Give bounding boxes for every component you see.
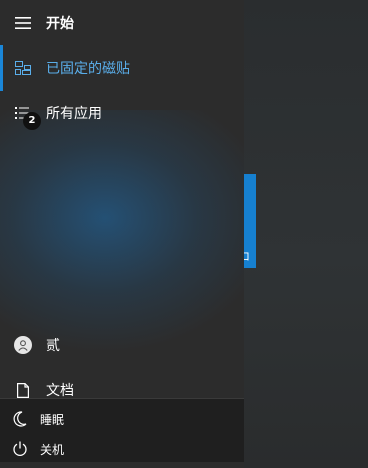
hamburger-icon[interactable]: [0, 17, 46, 29]
pinned-tiles-label: 已固定的磁贴: [46, 61, 130, 77]
selection-indicator: [0, 45, 3, 91]
power-icon: [0, 441, 40, 457]
pane-bottom-strip: [0, 462, 244, 468]
user-account[interactable]: 贰: [0, 322, 244, 368]
start-title: 开始: [46, 16, 74, 32]
moon-icon: [0, 411, 40, 427]
pane-glow: [0, 110, 244, 350]
all-apps-label: 所有应用: [46, 106, 102, 122]
avatar-icon: [0, 336, 46, 354]
sleep-label: 睡眠: [40, 412, 65, 427]
power-options-menu: 睡眠 关机: [0, 398, 244, 463]
shutdown-option[interactable]: 关机: [0, 434, 244, 464]
user-name: 贰: [46, 338, 60, 354]
documents-label: 文档: [46, 383, 74, 399]
document-icon: [0, 382, 46, 398]
tiles-icon: [0, 61, 46, 75]
start-menu-pane: 开始 已固定的磁贴 所有应用 2 贰 文档 睡眠 关机: [0, 0, 244, 468]
notification-badge: 2: [23, 112, 41, 130]
sleep-option[interactable]: 睡眠: [0, 404, 244, 434]
nav-pinned-tiles[interactable]: 已固定的磁贴: [0, 45, 244, 91]
shutdown-label: 关机: [40, 442, 65, 457]
start-header[interactable]: 开始: [0, 0, 244, 46]
